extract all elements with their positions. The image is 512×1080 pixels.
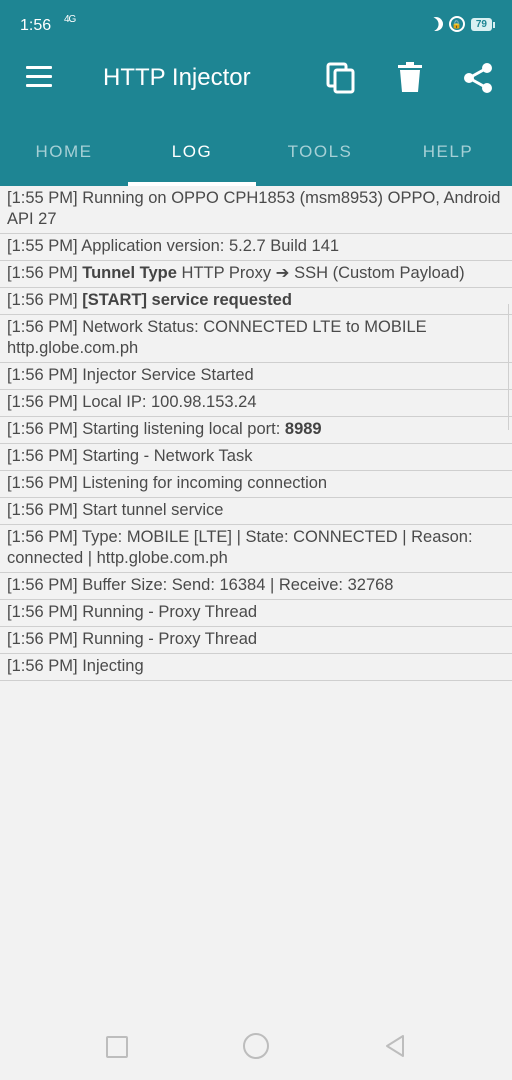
app-title: HTTP Injector	[103, 64, 251, 91]
status-bar: 1:56 4G 🔒 79	[0, 0, 512, 38]
network-indicator: 4G	[64, 14, 76, 25]
log-entry: [1:56 PM] Starting listening local port:…	[0, 417, 512, 444]
battery-indicator: 79	[470, 17, 496, 31]
status-icons: 🔒 79	[426, 14, 496, 33]
home-button[interactable]	[243, 1033, 269, 1059]
log-entry: [1:56 PM] Buffer Size: Send: 16384 | Rec…	[0, 573, 512, 600]
log-text: Running - Proxy Thread	[77, 630, 258, 648]
lock-icon: 🔒	[448, 16, 465, 32]
log-entry: [1:56 PM] Tunnel Type HTTP Proxy ➔ SSH (…	[0, 261, 512, 288]
log-timestamp: [1:56 PM]	[7, 366, 78, 384]
log-timestamp: [1:55 PM]	[7, 189, 78, 207]
log-highlight: 8989	[284, 420, 322, 438]
moon-icon	[426, 14, 445, 33]
recent-apps-button[interactable]	[106, 1036, 128, 1058]
scroll-indicator	[508, 304, 512, 430]
log-entry: [1:56 PM] Injecting	[0, 654, 512, 681]
log-entry: [1:55 PM] Running on OPPO CPH1853 (msm89…	[0, 186, 512, 234]
log-highlight: Tunnel Type	[82, 264, 177, 282]
log-entry: [1:56 PM] Start tunnel service	[0, 498, 512, 525]
menu-icon[interactable]	[26, 66, 52, 88]
log-timestamp: [1:56 PM]	[7, 576, 78, 594]
app-bar: HTTP Injector	[0, 38, 512, 118]
log-text: Buffer Size: Send: 16384 | Receive: 3276…	[77, 576, 394, 594]
log-entry: [1:56 PM] Local IP: 100.98.153.24	[0, 390, 512, 417]
status-time: 1:56	[20, 17, 52, 34]
log-timestamp: [1:55 PM]	[7, 237, 78, 255]
log-timestamp: [1:56 PM]	[7, 318, 78, 336]
log-text: Start tunnel service	[77, 501, 224, 519]
log-entry: [1:56 PM] Running - Proxy Thread	[0, 600, 512, 627]
log-entry: [1:56 PM] Starting - Network Task	[0, 444, 512, 471]
log-text: Listening for incoming connection	[77, 474, 328, 492]
log-timestamp: [1:56 PM]	[7, 528, 78, 546]
log-text: Starting - Network Task	[77, 447, 253, 465]
log-entry: [1:56 PM] [START] service requested	[0, 288, 512, 315]
log-text: Local IP: 100.98.153.24	[77, 393, 257, 411]
log-text: Running on OPPO CPH1853 (msm8953) OPPO, …	[7, 189, 501, 228]
log-text: Type: MOBILE [LTE] | State: CONNECTED | …	[7, 528, 473, 567]
log-timestamp: [1:56 PM]	[7, 501, 78, 519]
log-timestamp: [1:56 PM]	[7, 474, 78, 492]
trash-icon[interactable]	[397, 62, 423, 92]
tab-bar: HOME LOG TOOLS HELP	[0, 118, 512, 186]
tab-log[interactable]: LOG	[128, 118, 256, 186]
log-timestamp: [1:56 PM]	[7, 420, 78, 438]
tab-tools[interactable]: TOOLS	[256, 118, 384, 186]
log-timestamp: [1:56 PM]	[7, 630, 78, 648]
log-timestamp: [1:56 PM]	[7, 447, 78, 465]
log-entry: [1:56 PM] Injector Service Started	[0, 363, 512, 390]
log-entry: [1:56 PM] Listening for incoming connect…	[0, 471, 512, 498]
log-text: HTTP Proxy ➔ SSH (Custom Payload)	[176, 264, 465, 282]
log-entry: [1:55 PM] Application version: 5.2.7 Bui…	[0, 234, 512, 261]
copy-icon[interactable]	[326, 62, 356, 94]
log-timestamp: [1:56 PM]	[7, 657, 78, 675]
navigation-bar	[0, 1010, 512, 1080]
log-entry: [1:56 PM] Network Status: CONNECTED LTE …	[0, 315, 512, 363]
log-text: Application version: 5.2.7 Build 141	[77, 237, 340, 255]
log-text: Injecting	[77, 657, 144, 675]
log-text: Running - Proxy Thread	[77, 603, 258, 621]
log-timestamp: [1:56 PM]	[7, 603, 78, 621]
tab-help[interactable]: HELP	[384, 118, 512, 186]
log-list[interactable]: [1:55 PM] Running on OPPO CPH1853 (msm89…	[0, 186, 512, 681]
tab-home[interactable]: HOME	[0, 118, 128, 186]
log-text: Starting listening local port:	[77, 420, 285, 438]
back-button[interactable]	[383, 1034, 407, 1058]
log-entry: [1:56 PM] Running - Proxy Thread	[0, 627, 512, 654]
log-entry: [1:56 PM] Type: MOBILE [LTE] | State: CO…	[0, 525, 512, 573]
log-timestamp: [1:56 PM]	[7, 264, 78, 282]
log-text: Injector Service Started	[77, 366, 254, 384]
log-timestamp: [1:56 PM]	[7, 291, 78, 309]
share-icon[interactable]	[463, 62, 493, 94]
log-highlight: [START] service requested	[82, 291, 292, 309]
log-timestamp: [1:56 PM]	[7, 393, 78, 411]
